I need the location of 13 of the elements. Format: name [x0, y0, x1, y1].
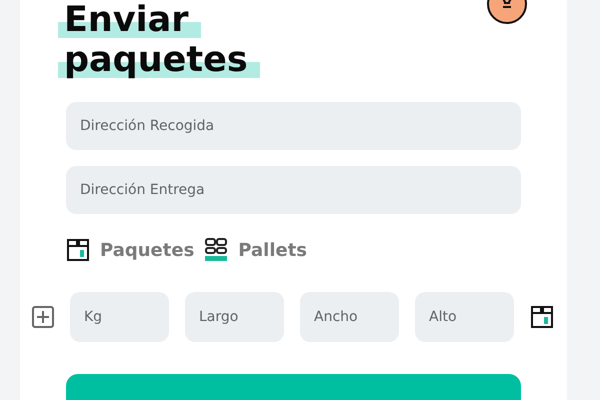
dimension-field[interactable]: Kg [70, 292, 169, 342]
dimension-field[interactable]: Ancho [300, 292, 399, 342]
address-field[interactable]: Dirección Entrega [66, 166, 521, 214]
dimension-field[interactable]: Alto [415, 292, 514, 342]
lightbulb-icon[interactable] [487, 0, 527, 24]
package-type-option[interactable]: Pallets [238, 240, 308, 260]
box-icon [530, 305, 554, 329]
box-icon [66, 238, 90, 262]
package-type-option[interactable]: Paquetes [100, 240, 194, 260]
pallet-icon [204, 238, 228, 262]
add-icon[interactable] [32, 306, 54, 328]
address-field[interactable]: Dirección Recogida [66, 102, 521, 150]
dimension-field[interactable]: Largo [185, 292, 284, 342]
